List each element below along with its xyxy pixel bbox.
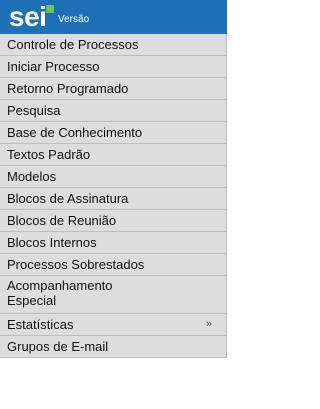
menu-item-blocos-de-assinatura[interactable]: Blocos de Assinatura xyxy=(0,188,227,210)
menu-item-iniciar-processo[interactable]: Iniciar Processo xyxy=(0,56,227,78)
menu-item-blocos-internos[interactable]: Blocos Internos xyxy=(0,232,227,254)
menu-item-label: Blocos Internos xyxy=(7,235,97,250)
menu-item-label: Pesquisa xyxy=(7,103,61,118)
menu-item-label: Blocos de Reunião xyxy=(7,213,117,228)
menu-item-base-de-conhecimento[interactable]: Base de Conhecimento xyxy=(0,122,227,144)
menu-item-processos-sobrestados[interactable]: Processos Sobrestados xyxy=(0,254,227,276)
menu-item-label: Processos Sobrestados xyxy=(7,257,145,272)
menu-item-label: Textos Padrão xyxy=(7,147,91,162)
menu-item-blocos-de-reuniao[interactable]: Blocos de Reunião xyxy=(0,210,227,232)
menu-item-label: Iniciar Processo xyxy=(7,59,100,74)
logo-green-square-icon xyxy=(46,5,54,13)
menu-item-pesquisa[interactable]: Pesquisa xyxy=(0,100,227,122)
menu-item-estatisticas[interactable]: Estatísticas » xyxy=(0,314,227,336)
menu-list: Controle de Processos Iniciar Processo R… xyxy=(0,34,227,358)
menu-item-acompanhamento-especial[interactable]: Acompanhamento Especial xyxy=(0,276,227,314)
menu-item-label: Modelos xyxy=(7,169,57,184)
menu-item-textos-padrao[interactable]: Textos Padrão xyxy=(0,144,227,166)
app-header: sei Versão xyxy=(0,0,227,34)
menu-item-grupos-de-email[interactable]: Grupos de E-mail xyxy=(0,336,227,358)
menu-item-retorno-programado[interactable]: Retorno Programado xyxy=(0,78,227,100)
menu-item-label: Estatísticas xyxy=(7,317,74,332)
menu-item-label: Grupos de E-mail xyxy=(7,339,109,354)
menu-item-modelos[interactable]: Modelos xyxy=(0,166,227,188)
menu-item-label-line-2: Especial xyxy=(7,293,57,308)
sei-logo[interactable]: sei xyxy=(9,3,47,31)
menu-item-controle-de-processos[interactable]: Controle de Processos xyxy=(0,34,227,56)
menu-item-label: Base de Conhecimento xyxy=(7,125,143,140)
menu-item-label: Blocos de Assinatura xyxy=(7,191,129,206)
menu-item-label-line-1: Acompanhamento xyxy=(7,278,113,293)
submenu-chevron-icon: » xyxy=(205,318,212,330)
menu-item-label: Controle de Processos xyxy=(7,37,139,52)
main-menu: sei Versão Controle de Processos Iniciar… xyxy=(0,0,227,409)
version-label[interactable]: Versão xyxy=(58,15,89,25)
menu-item-label: Retorno Programado xyxy=(7,81,129,96)
